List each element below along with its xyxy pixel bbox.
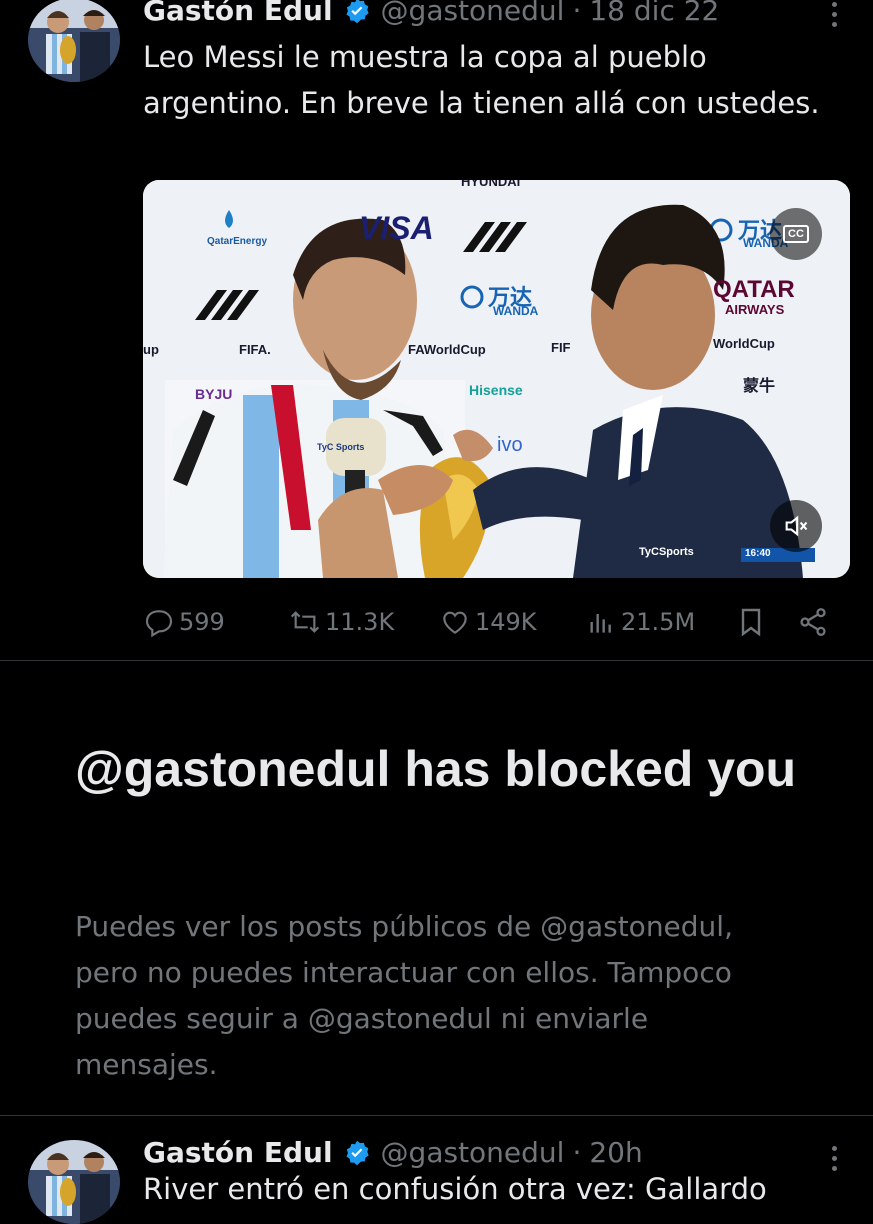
reply-icon [145, 610, 173, 638]
avatar[interactable] [28, 1140, 120, 1224]
sponsor-vivo: ivo [497, 434, 523, 456]
blocked-description: Puedes ver los posts públicos de @gaston… [75, 910, 733, 1081]
tweet-video[interactable]: HYUNDAI QatarEnergy VISA 万达 WANDA 万达 WAN… [143, 180, 850, 578]
mute-icon [785, 515, 808, 537]
tweet-header: Gastón Edul @gastonedul · 20h [143, 1136, 643, 1169]
avatar[interactable] [28, 0, 120, 82]
like-count: 149K [475, 608, 537, 636]
share-icon [800, 608, 826, 636]
handle[interactable]: @gastonedul [381, 0, 565, 27]
sponsor-worldcup-right: WorldCup [713, 336, 775, 351]
views-icon [590, 614, 611, 633]
handle[interactable]: @gastonedul [381, 1136, 565, 1169]
sponsor-hyundai: HYUNDAI [461, 180, 521, 189]
clock: 16:40 [745, 548, 771, 559]
more-icon[interactable] [827, 2, 841, 27]
views-button[interactable]: 21.5M [585, 600, 695, 644]
bookmark-button[interactable] [735, 600, 767, 644]
reply-count: 599 [179, 608, 225, 636]
verified-badge-icon [343, 1139, 371, 1167]
sponsor-fifa-left: FIFA. [239, 342, 271, 357]
sponsor-visa: VISA [359, 210, 434, 246]
cc-icon: CC [783, 225, 809, 243]
repost-button[interactable]: 11.3K [289, 600, 394, 644]
verified-badge-icon [343, 0, 371, 25]
timestamp[interactable]: 18 dic 22 [589, 0, 719, 27]
tweet-card[interactable]: Gastón Edul @gastonedul · 18 dic 22 Leo … [0, 0, 873, 660]
repost-count: 11.3K [325, 608, 395, 636]
sponsor-up: up [143, 342, 159, 357]
avatar-image [28, 0, 120, 82]
tweet-actions: 599 11.3K 149K 21.5M [143, 600, 843, 644]
like-icon [443, 611, 467, 634]
timestamp[interactable]: 20h [589, 1136, 642, 1169]
like-button[interactable]: 149K [439, 600, 537, 644]
share-button[interactable] [797, 600, 829, 644]
views-count: 21.5M [621, 608, 696, 636]
tweet-header: Gastón Edul @gastonedul · 18 dic 22 [143, 0, 719, 27]
separator: · [572, 0, 582, 27]
tweet-text: Leo Messi le muestra la copa al pueblo a… [143, 40, 820, 120]
reply-button[interactable]: 599 [143, 600, 225, 644]
divider [0, 1115, 873, 1116]
sponsor-fifa-mid: FIF [551, 340, 571, 355]
cc-button[interactable]: CC [770, 208, 822, 260]
sponsor-qatar: QATAR [713, 276, 795, 303]
separator: · [572, 1136, 582, 1169]
more-icon[interactable] [827, 1146, 841, 1171]
blocked-title: @gastonedul has blocked you [75, 741, 797, 797]
display-name[interactable]: Gastón Edul [143, 0, 333, 27]
sponsor-hisense: Hisense [469, 382, 523, 398]
mic-label: TyC Sports [317, 442, 365, 452]
sponsor-mengniu: 蒙牛 [743, 378, 776, 395]
avatar-image [28, 1140, 120, 1224]
sponsor-worldcup-center: FAWorldCup [408, 342, 486, 357]
sponsor-airways: AIRWAYS [725, 302, 785, 317]
display-name[interactable]: Gastón Edul [143, 1136, 333, 1169]
sponsor-byju: BYJU [195, 386, 233, 402]
mute-button[interactable] [770, 500, 822, 552]
sponsor-qatarenergy: QatarEnergy [207, 236, 268, 247]
sponsor-wanda: WANDA [493, 304, 539, 318]
tweet-text: River entró en confusión otra vez: Galla… [143, 1172, 767, 1206]
repost-icon [290, 611, 320, 633]
watermark: TyCSports [639, 546, 694, 558]
bookmark-icon [741, 608, 761, 637]
